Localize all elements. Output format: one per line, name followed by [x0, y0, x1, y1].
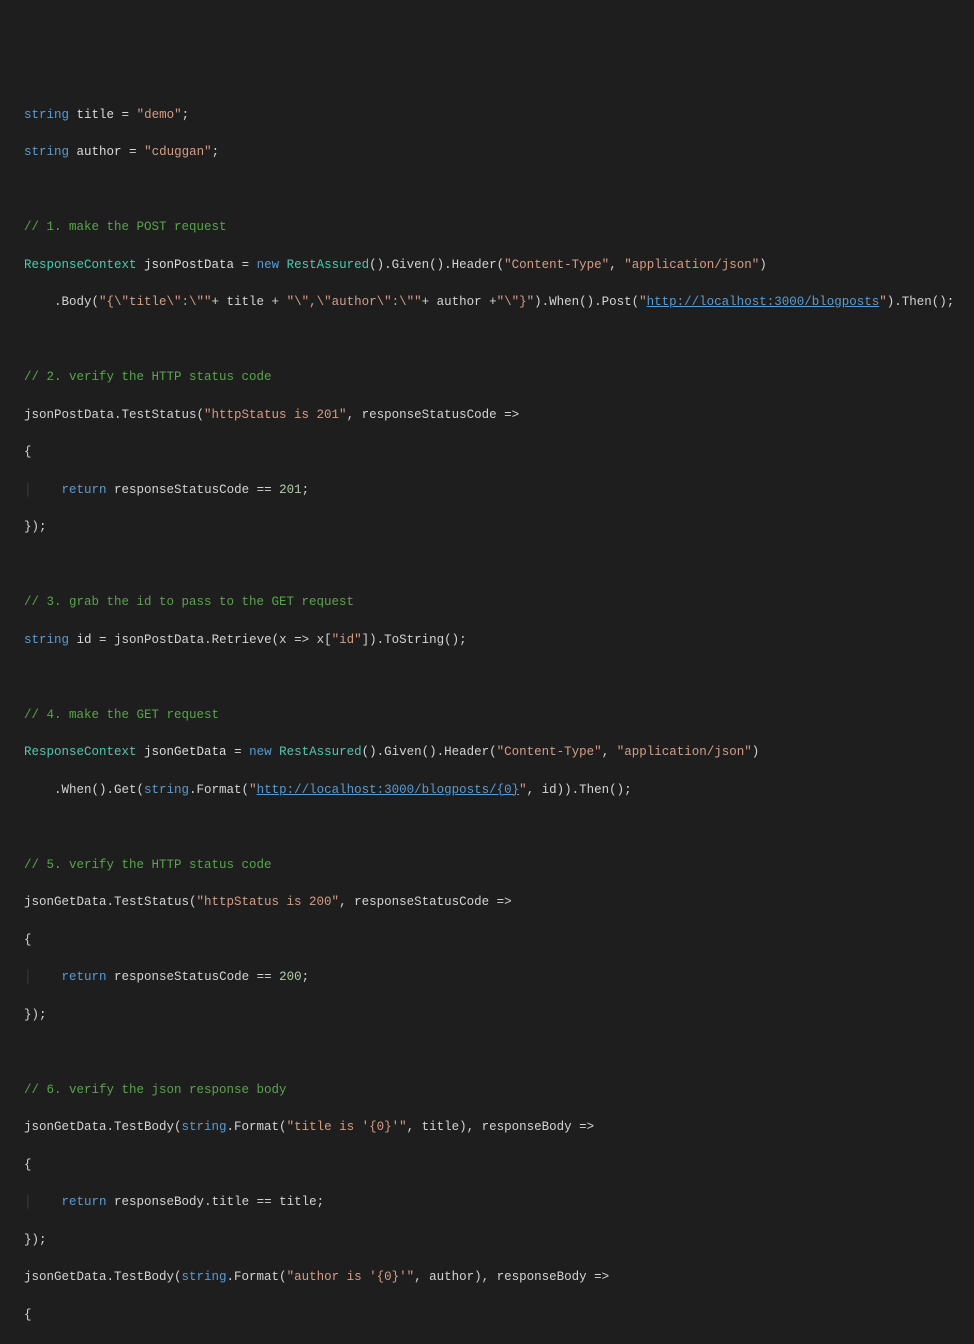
- comment-line: // 6. verify the json response body: [24, 1081, 968, 1100]
- code-line: [24, 556, 968, 575]
- url-link[interactable]: http://localhost:3000/blogposts: [647, 295, 880, 309]
- code-line: {: [24, 1156, 968, 1175]
- code-line: jsonGetData.TestBody(string.Format("titl…: [24, 1118, 968, 1137]
- code-line: string author = "cduggan";: [24, 143, 968, 162]
- code-line: {: [24, 443, 968, 462]
- code-line: [24, 181, 968, 200]
- comment-line: // 1. make the POST request: [24, 218, 968, 237]
- code-line: ResponseContext jsonPostData = new RestA…: [24, 256, 968, 275]
- code-line: {: [24, 931, 968, 950]
- code-line: jsonPostData.TestStatus("httpStatus is 2…: [24, 406, 968, 425]
- comment-line: // 2. verify the HTTP status code: [24, 368, 968, 387]
- code-line: string title = "demo";: [24, 106, 968, 125]
- code-line: │ return responseStatusCode == 200;: [24, 968, 968, 987]
- comment-line: // 3. grab the id to pass to the GET req…: [24, 593, 968, 612]
- code-line: │ return responseBody.title == title;: [24, 1193, 968, 1212]
- comment-line: // 5. verify the HTTP status code: [24, 856, 968, 875]
- comment-line: // 4. make the GET request: [24, 706, 968, 725]
- code-line: jsonGetData.TestBody(string.Format("auth…: [24, 1268, 968, 1287]
- code-line: });: [24, 1006, 968, 1025]
- code-line: [24, 331, 968, 350]
- code-line: [24, 818, 968, 837]
- code-line: .Body("{\"title\":\""+ title + "\",\"aut…: [24, 293, 968, 312]
- code-line: ResponseContext jsonGetData = new RestAs…: [24, 743, 968, 762]
- url-link[interactable]: http://localhost:3000/blogposts/{0}: [257, 783, 520, 797]
- code-line: │ return responseStatusCode == 201;: [24, 481, 968, 500]
- code-line: string id = jsonPostData.Retrieve(x => x…: [24, 631, 968, 650]
- code-line: [24, 668, 968, 687]
- code-line: .When().Get(string.Format("http://localh…: [24, 781, 968, 800]
- code-line: {: [24, 1306, 968, 1325]
- code-line: jsonGetData.TestStatus("httpStatus is 20…: [24, 893, 968, 912]
- code-line: [24, 1043, 968, 1062]
- code-line: });: [24, 1231, 968, 1250]
- code-line: │ return responseBody.author == author;: [24, 1343, 968, 1344]
- code-line: });: [24, 518, 968, 537]
- code-editor[interactable]: string title = "demo"; string author = "…: [24, 87, 968, 1344]
